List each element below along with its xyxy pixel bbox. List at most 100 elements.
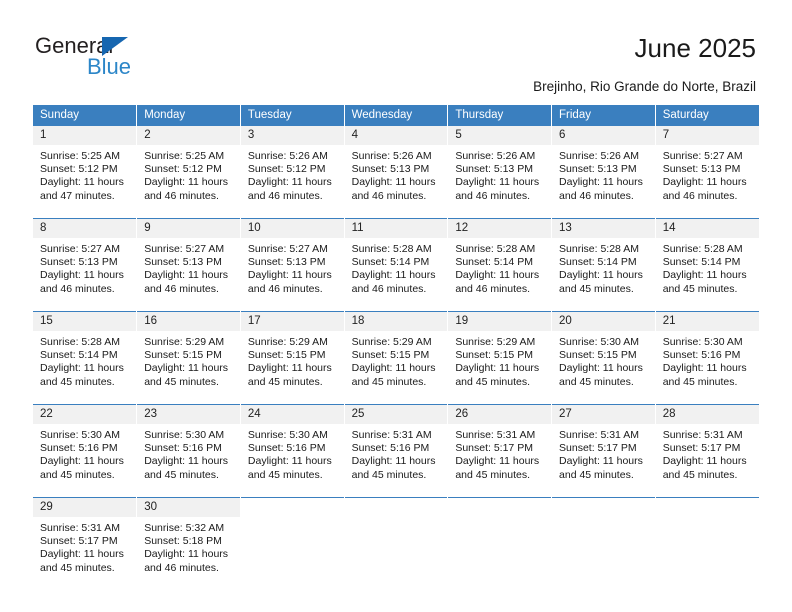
day-details: Sunrise: 5:29 AM Sunset: 5:15 PM Daylight:… bbox=[345, 331, 448, 404]
day-number: 17 bbox=[240, 312, 344, 331]
day-details: Sunrise: 5:29 AM Sunset: 5:15 PM Daylight:… bbox=[448, 331, 551, 404]
daylight-duration-line2: and 46 minutes. bbox=[247, 282, 323, 295]
day-number: 24 bbox=[240, 405, 344, 424]
sunrise-time: Sunrise: 5:30 AM bbox=[40, 429, 120, 441]
calendar-day-cell[interactable]: 13 Sunrise: 5:28 AM Sunset: 5:14 PM Dayligh… bbox=[551, 218, 656, 312]
calendar-page: General Blue June 2025 Brejinho, Rio Gra… bbox=[0, 0, 792, 612]
calendar-day-cell[interactable]: 20 Sunrise: 5:30 AM Sunset: 5:15 PM Dayligh… bbox=[551, 311, 656, 405]
calendar-day-cell[interactable]: 11 Sunrise: 5:28 AM Sunset: 5:14 PM Dayligh… bbox=[344, 218, 449, 312]
calendar-day-cell[interactable]: 27 Sunrise: 5:31 AM Sunset: 5:17 PM Dayligh… bbox=[551, 404, 656, 498]
calendar-day-cell[interactable]: 18 Sunrise: 5:29 AM Sunset: 5:15 PM Dayligh… bbox=[344, 311, 449, 405]
sunset-time: Sunset: 5:13 PM bbox=[144, 256, 222, 269]
calendar-day-cell[interactable]: 23 Sunrise: 5:30 AM Sunset: 5:16 PM Dayligh… bbox=[136, 404, 241, 498]
day-details: Sunrise: 5:28 AM Sunset: 5:14 PM Daylight:… bbox=[656, 238, 759, 311]
day-number bbox=[448, 498, 552, 517]
sunset-time: Sunset: 5:12 PM bbox=[144, 163, 222, 176]
daylight-duration-line2: and 46 minutes. bbox=[662, 189, 738, 202]
sunrise-time: Sunrise: 5:29 AM bbox=[247, 336, 328, 348]
calendar-week-row: 22 Sunrise: 5:30 AM Sunset: 5:16 PM Dayligh… bbox=[33, 404, 759, 498]
calendar-day-cell[interactable]: 17 Sunrise: 5:29 AM Sunset: 5:15 PM Dayligh… bbox=[240, 311, 345, 405]
day-details: Sunrise: 5:26 AM Sunset: 5:13 PM Daylight:… bbox=[448, 145, 551, 218]
day-details bbox=[241, 517, 344, 590]
sunrise-time: Sunrise: 5:25 AM bbox=[144, 150, 225, 162]
sunset-time: Sunset: 5:14 PM bbox=[455, 256, 533, 269]
sunrise-time: Sunrise: 5:28 AM bbox=[559, 243, 639, 255]
day-details: Sunrise: 5:30 AM Sunset: 5:16 PM Daylight:… bbox=[33, 424, 136, 497]
day-details: Sunrise: 5:27 AM Sunset: 5:13 PM Daylight:… bbox=[137, 238, 240, 311]
day-number bbox=[655, 498, 759, 517]
sunset-time: Sunset: 5:15 PM bbox=[559, 349, 637, 362]
calendar-day-cell[interactable]: 6 Sunrise: 5:26 AM Sunset: 5:13 PM Daylight… bbox=[551, 126, 656, 219]
sunrise-time: Sunrise: 5:31 AM bbox=[559, 429, 639, 441]
daylight-duration-line1: Daylight: 11 hours bbox=[144, 269, 229, 282]
day-number bbox=[344, 498, 448, 517]
calendar-day-cell[interactable]: 14 Sunrise: 5:28 AM Sunset: 5:14 PM Dayligh… bbox=[655, 218, 759, 312]
day-number bbox=[552, 498, 655, 517]
weekday-header-friday: Friday bbox=[551, 105, 656, 126]
calendar-day-cell[interactable]: 3 Sunrise: 5:26 AM Sunset: 5:12 PM Daylight… bbox=[240, 126, 345, 219]
sunrise-time: Sunrise: 5:28 AM bbox=[662, 243, 743, 255]
daylight-duration-line2: and 45 minutes. bbox=[351, 468, 427, 481]
calendar-day-cell[interactable]: 28 Sunrise: 5:31 AM Sunset: 5:17 PM Dayligh… bbox=[655, 404, 759, 498]
calendar-day-cell[interactable]: 25 Sunrise: 5:31 AM Sunset: 5:16 PM Dayligh… bbox=[344, 404, 449, 498]
day-details: Sunrise: 5:30 AM Sunset: 5:16 PM Daylight:… bbox=[137, 424, 240, 497]
calendar-day-cell[interactable]: 15 Sunrise: 5:28 AM Sunset: 5:14 PM Dayligh… bbox=[33, 311, 138, 405]
sunset-time: Sunset: 5:17 PM bbox=[40, 535, 118, 548]
daylight-duration-line1: Daylight: 11 hours bbox=[455, 455, 540, 468]
calendar-day-cell[interactable]: 12 Sunrise: 5:28 AM Sunset: 5:14 PM Dayligh… bbox=[447, 218, 553, 312]
calendar-day-cell-empty bbox=[447, 497, 553, 590]
calendar-day-cell[interactable]: 16 Sunrise: 5:29 AM Sunset: 5:15 PM Dayligh… bbox=[136, 311, 241, 405]
calendar-day-cell[interactable]: 19 Sunrise: 5:29 AM Sunset: 5:15 PM Dayligh… bbox=[447, 311, 553, 405]
daylight-duration-line1: Daylight: 11 hours bbox=[40, 362, 124, 375]
calendar-day-cell-empty bbox=[240, 497, 345, 590]
calendar-day-cell[interactable]: 10 Sunrise: 5:27 AM Sunset: 5:13 PM Dayligh… bbox=[240, 218, 345, 312]
sunrise-time: Sunrise: 5:25 AM bbox=[40, 150, 120, 162]
sunrise-time: Sunrise: 5:26 AM bbox=[559, 150, 639, 162]
daylight-duration-line1: Daylight: 11 hours bbox=[662, 455, 747, 468]
calendar-day-cell[interactable]: 1 Sunrise: 5:25 AM Sunset: 5:12 PM Daylight… bbox=[33, 126, 138, 219]
day-number: 26 bbox=[448, 405, 552, 424]
day-details bbox=[448, 517, 551, 590]
calendar-day-cell[interactable]: 4 Sunrise: 5:26 AM Sunset: 5:13 PM Daylight… bbox=[344, 126, 449, 219]
sunrise-time: Sunrise: 5:28 AM bbox=[351, 243, 432, 255]
day-details: Sunrise: 5:31 AM Sunset: 5:17 PM Daylight:… bbox=[552, 424, 655, 497]
sunset-time: Sunset: 5:13 PM bbox=[455, 163, 533, 176]
calendar-day-cell[interactable]: 22 Sunrise: 5:30 AM Sunset: 5:16 PM Dayligh… bbox=[33, 404, 138, 498]
daylight-duration-line2: and 45 minutes. bbox=[559, 375, 634, 388]
day-number: 25 bbox=[344, 405, 448, 424]
page-header: General Blue June 2025 Brejinho, Rio Gra… bbox=[0, 0, 792, 100]
calendar-day-cell[interactable]: 21 Sunrise: 5:30 AM Sunset: 5:16 PM Dayligh… bbox=[655, 311, 759, 405]
daylight-duration-line2: and 45 minutes. bbox=[144, 468, 219, 481]
sunrise-time: Sunrise: 5:29 AM bbox=[144, 336, 225, 348]
sunset-time: Sunset: 5:13 PM bbox=[40, 256, 118, 269]
sunrise-time: Sunrise: 5:31 AM bbox=[662, 429, 743, 441]
weekday-header-row: Sunday Monday Tuesday Wednesday Thursday… bbox=[33, 105, 759, 126]
daylight-duration-line1: Daylight: 11 hours bbox=[559, 269, 643, 282]
daylight-duration-line2: and 46 minutes. bbox=[40, 282, 115, 295]
day-details: Sunrise: 5:28 AM Sunset: 5:14 PM Daylight:… bbox=[33, 331, 136, 404]
daylight-duration-line2: and 46 minutes. bbox=[247, 189, 323, 202]
calendar-day-cell-empty bbox=[551, 497, 656, 590]
calendar-day-cell[interactable]: 26 Sunrise: 5:31 AM Sunset: 5:17 PM Dayligh… bbox=[447, 404, 553, 498]
daylight-duration-line2: and 45 minutes. bbox=[662, 375, 738, 388]
calendar-day-cell[interactable]: 29 Sunrise: 5:31 AM Sunset: 5:17 PM Dayligh… bbox=[33, 497, 138, 590]
sunrise-time: Sunrise: 5:31 AM bbox=[351, 429, 432, 441]
day-details: Sunrise: 5:26 AM Sunset: 5:12 PM Daylight:… bbox=[241, 145, 344, 218]
day-number: 28 bbox=[655, 405, 759, 424]
daylight-duration-line2: and 47 minutes. bbox=[40, 189, 115, 202]
calendar-day-cell[interactable]: 5 Sunrise: 5:26 AM Sunset: 5:13 PM Daylight… bbox=[447, 126, 553, 219]
calendar-day-cell[interactable]: 30 Sunrise: 5:32 AM Sunset: 5:18 PM Dayligh… bbox=[136, 497, 241, 590]
calendar-day-cell[interactable]: 2 Sunrise: 5:25 AM Sunset: 5:12 PM Daylight… bbox=[136, 126, 241, 219]
sunset-time: Sunset: 5:15 PM bbox=[455, 349, 533, 362]
daylight-duration-line1: Daylight: 11 hours bbox=[247, 362, 332, 375]
calendar-day-cell[interactable]: 9 Sunrise: 5:27 AM Sunset: 5:13 PM Daylight… bbox=[136, 218, 241, 312]
day-number: 20 bbox=[552, 312, 655, 331]
day-number: 22 bbox=[33, 405, 137, 424]
daylight-duration-line1: Daylight: 11 hours bbox=[559, 176, 643, 189]
calendar-day-cell[interactable]: 24 Sunrise: 5:30 AM Sunset: 5:16 PM Dayligh… bbox=[240, 404, 345, 498]
calendar-day-cell[interactable]: 7 Sunrise: 5:27 AM Sunset: 5:13 PM Daylight… bbox=[655, 126, 759, 219]
sunset-time: Sunset: 5:16 PM bbox=[144, 442, 222, 455]
daylight-duration-line2: and 45 minutes. bbox=[351, 375, 427, 388]
sunset-time: Sunset: 5:17 PM bbox=[559, 442, 637, 455]
calendar-day-cell[interactable]: 8 Sunrise: 5:27 AM Sunset: 5:13 PM Daylight… bbox=[33, 218, 138, 312]
